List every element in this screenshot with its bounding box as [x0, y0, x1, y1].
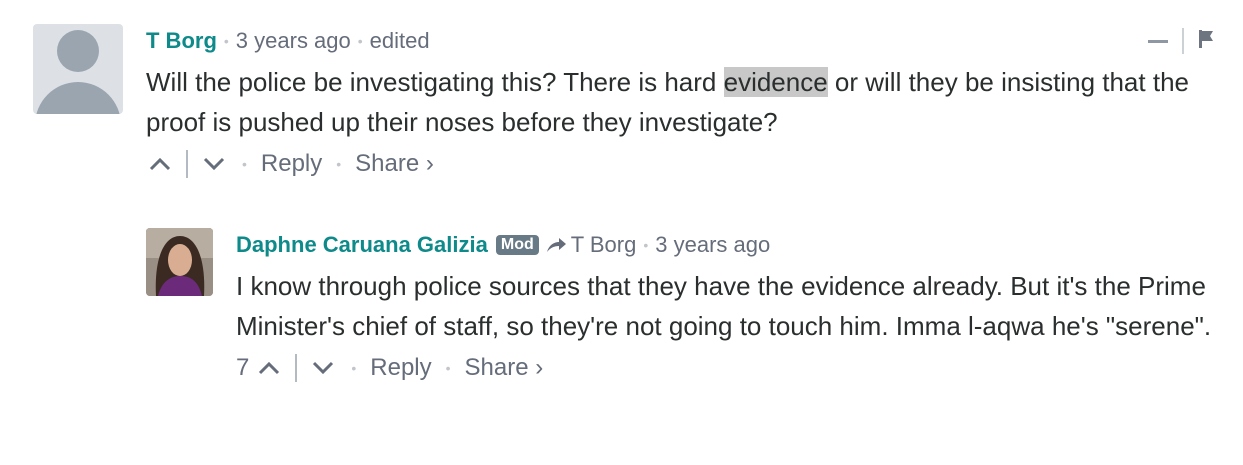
- upvote-icon[interactable]: [146, 148, 174, 180]
- comment-meta: T Borg • 3 years ago • edited: [146, 24, 1216, 58]
- downvote-icon[interactable]: [200, 148, 228, 180]
- vote-divider: [295, 354, 298, 382]
- comment-text: I know through police sources that they …: [236, 271, 1212, 341]
- collapse-icon[interactable]: [1148, 39, 1168, 43]
- reply-button[interactable]: Reply: [261, 150, 322, 178]
- comment-actions: 7 • Reply • Share ›: [236, 348, 1226, 388]
- author-name[interactable]: Daphne Caruana Galizia: [236, 232, 488, 258]
- default-avatar-head: [57, 30, 99, 72]
- highlighted-word: evidence: [723, 67, 828, 97]
- share-button[interactable]: Share ›: [355, 150, 434, 178]
- separator-dot: •: [357, 33, 363, 49]
- avatar[interactable]: [146, 228, 213, 296]
- comment-body: Daphne Caruana Galizia Mod T Borg • 3 ye…: [236, 228, 1226, 388]
- flag-icon[interactable]: [1198, 29, 1216, 54]
- comment-body: T Borg • 3 years ago • edited Will the p…: [146, 24, 1216, 184]
- vote-divider: [186, 150, 188, 178]
- comment-text-part: Will the police be investigating this? T…: [146, 67, 724, 97]
- edited-label: edited: [369, 28, 430, 53]
- vote-count: 7: [236, 354, 250, 381]
- reply-button[interactable]: Reply: [370, 354, 431, 382]
- share-button[interactable]: Share ›: [465, 354, 544, 382]
- separator-dot: •: [242, 156, 247, 172]
- comment-controls: [1148, 26, 1216, 56]
- separator-dot: •: [643, 237, 649, 253]
- timestamp[interactable]: 3 years ago: [236, 28, 351, 54]
- timestamp[interactable]: 3 years ago: [655, 232, 770, 258]
- upvote-icon[interactable]: [255, 352, 283, 384]
- divider: [1182, 28, 1184, 54]
- reply-arrow-icon: [545, 236, 567, 254]
- mod-badge: Mod: [495, 235, 539, 255]
- separator-dot: •: [351, 360, 357, 376]
- reply-to-author[interactable]: T Borg: [571, 232, 637, 258]
- comment-actions: • Reply • Share ›: [146, 144, 1216, 184]
- separator-dot: •: [223, 33, 229, 49]
- author-name[interactable]: T Borg: [146, 28, 217, 54]
- separator-dot: •: [336, 156, 342, 172]
- avatar[interactable]: [33, 24, 123, 114]
- separator-dot: •: [445, 360, 451, 376]
- downvote-icon[interactable]: [309, 352, 337, 384]
- default-avatar-shoulders: [35, 82, 121, 114]
- comment-text: Will the police be investigating this? T…: [146, 62, 1216, 142]
- comment-meta: Daphne Caruana Galizia Mod T Borg • 3 ye…: [236, 228, 1226, 262]
